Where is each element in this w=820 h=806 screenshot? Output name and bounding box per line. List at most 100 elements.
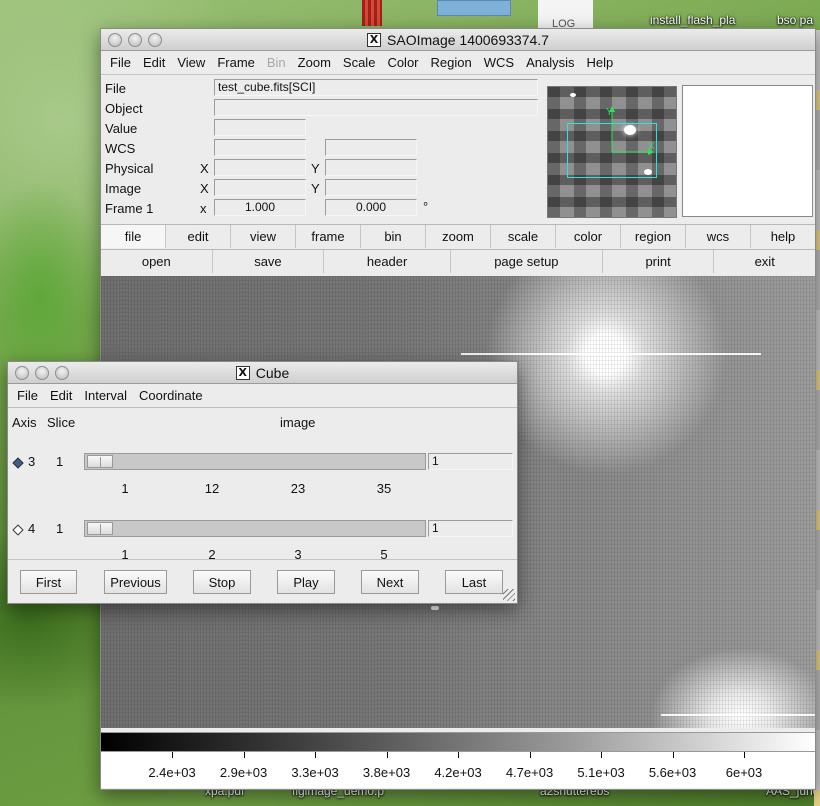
close-button[interactable] [108,33,122,47]
menu-edit[interactable]: Edit [137,55,171,70]
value-label: Value [105,121,138,136]
object-field [214,99,538,116]
axis-header: Axis [12,415,37,430]
previous-button[interactable]: Previous [104,570,167,594]
button-edit[interactable]: edit [166,225,231,248]
slider-thumb[interactable] [87,522,113,535]
degree-symbol: ° [423,199,429,214]
colorbar-label: 5.6e+03 [648,765,697,780]
magnifier [682,85,813,217]
star-spike [661,714,815,716]
colorbar-tick [315,752,316,758]
colorbar-tick [744,752,745,758]
colorbar-label: 2.9e+03 [219,765,268,780]
button-color[interactable]: color [556,225,621,248]
colorbar-label: 3.8e+03 [362,765,411,780]
panner-y-label: Y [606,107,613,118]
slider-thumb[interactable] [87,455,113,468]
physical-x-field [214,159,306,176]
menu-region[interactable]: Region [425,55,478,70]
x11-icon: X [235,365,250,380]
cube-titlebar[interactable]: X Cube [8,362,517,384]
zoom-button[interactable] [55,366,69,380]
menu-frame[interactable]: Frame [211,55,261,70]
stop-button[interactable]: Stop [193,570,251,594]
button-print[interactable]: print [602,250,715,273]
button-region[interactable]: region [621,225,686,248]
desktop-icon-label[interactable]: bso pa [777,13,813,27]
axis-4-value-field[interactable]: 1 [428,520,513,537]
object-label: Object [105,101,143,116]
window-title: Cube [255,364,290,381]
colorbar-tick [458,752,459,758]
button-open[interactable]: open [101,250,213,273]
menu-analysis[interactable]: Analysis [520,55,580,70]
axis-radio-4[interactable] [12,524,24,536]
slice-header: Slice [47,415,76,430]
axis-radio-3[interactable] [12,457,24,469]
resize-grip[interactable] [503,589,515,601]
button-save[interactable]: save [212,250,325,273]
wcs-x-field [214,139,306,156]
panner-x-label: X [648,141,655,152]
ds9-titlebar[interactable]: X SAOImage 1400693374.7 [101,29,815,51]
menu-scale[interactable]: Scale [337,55,382,70]
button-bin[interactable]: bin [361,225,426,248]
first-button[interactable]: First [20,570,77,594]
last-button[interactable]: Last [445,570,503,594]
button-frame[interactable]: frame [296,225,361,248]
cube-menu-file[interactable]: File [11,388,44,403]
desktop-icon-red[interactable] [362,0,382,26]
cube-menu-interval[interactable]: Interval [78,388,133,403]
button-file[interactable]: file [101,225,166,248]
cube-menu-edit[interactable]: Edit [44,388,78,403]
minimize-button[interactable] [35,366,49,380]
physical-x-label: X [200,161,209,176]
desktop-icon-blue[interactable] [437,0,511,16]
physical-label: Physical [105,161,154,176]
menu-wcs[interactable]: WCS [478,55,520,70]
image-y-field [325,179,417,196]
axis-3-value-field[interactable]: 1 [428,453,513,470]
axis-3-tick: 1 [121,481,129,496]
desktop-icon-label[interactable]: install_flash_pla [650,13,735,27]
colorbar-label: 4.2e+03 [434,765,482,780]
panner-axes-icon: X Y [606,106,655,155]
wcs-y-field [325,139,417,156]
menu-file[interactable]: File [104,55,137,70]
menu-color[interactable]: Color [381,55,424,70]
axis-3-tick: 12 [204,481,220,496]
cube-menu-coordinate[interactable]: Coordinate [133,388,209,403]
minimize-button[interactable] [128,33,142,47]
frame-angle-field: 0.000 [325,199,417,216]
menu-zoom[interactable]: Zoom [292,55,337,70]
frame-label: Frame 1 [105,201,154,216]
button-zoom[interactable]: zoom [426,225,491,248]
button-scale[interactable]: scale [491,225,556,248]
wcs-label: WCS [105,141,136,156]
play-button[interactable]: Play [277,570,335,594]
menu-bin: Bin [266,55,286,70]
menu-help[interactable]: Help [580,55,619,70]
file-field: test_cube.fits[SCI] [214,79,538,96]
panner[interactable]: X Y [547,86,677,218]
cube-menubar: File Edit Interval Coordinate [8,384,517,408]
colorbar[interactable] [101,732,815,752]
axis-slice: 1 [56,521,64,536]
close-button[interactable] [15,366,29,380]
button-help[interactable]: help [751,225,815,248]
axis-3-tick: 35 [376,481,392,496]
zoom-button[interactable] [148,33,162,47]
axis-4-slider[interactable] [84,520,426,537]
button-header[interactable]: header [324,250,451,273]
button-view[interactable]: view [231,225,296,248]
next-button[interactable]: Next [361,570,419,594]
colorbar-tick [529,752,531,758]
button-wcs[interactable]: wcs [686,225,751,248]
image-x-label: X [200,181,209,196]
window-controls [108,33,162,47]
axis-3-slider[interactable] [84,453,426,470]
menu-view[interactable]: View [171,55,211,70]
button-page-setup[interactable]: page setup [450,250,603,273]
button-exit[interactable]: exit [714,250,815,273]
